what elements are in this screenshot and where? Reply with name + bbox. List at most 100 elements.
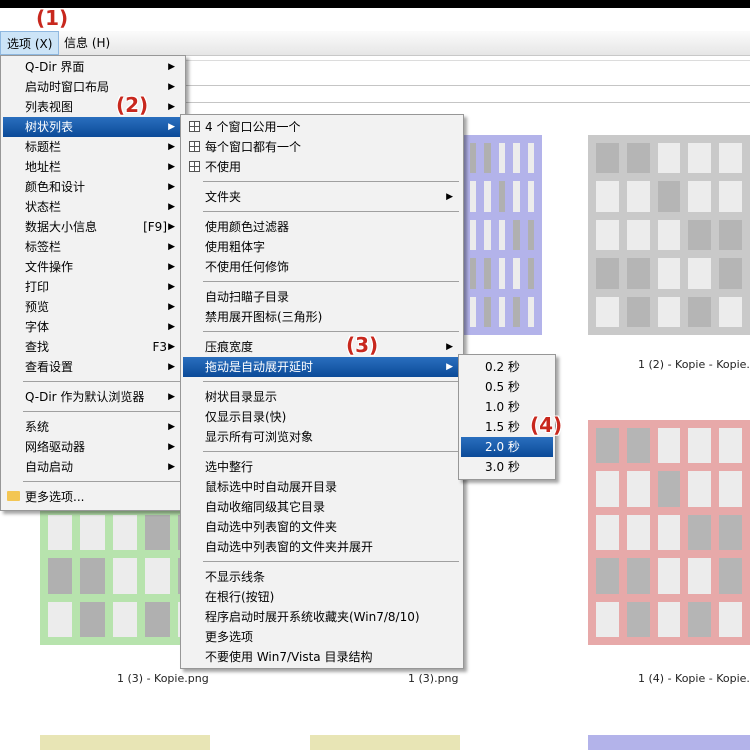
submenu-arrow-icon: ▶: [168, 242, 175, 252]
menu-separator: [203, 331, 459, 332]
thumbnail-tile: [626, 471, 650, 507]
thumb-label: 1 (3).png: [408, 672, 459, 685]
thumbnail-tile: [626, 143, 650, 174]
window-grid-icon: [189, 121, 200, 132]
thumbnail-tile: [719, 428, 742, 464]
menu-item-label: 禁用展开图标(三角形): [205, 310, 323, 324]
delay-submenu-item[interactable]: 3.0 秒: [461, 457, 553, 477]
tree-submenu-item[interactable]: 仅显示目录(快): [183, 407, 461, 427]
address-bar[interactable]: [180, 85, 750, 103]
options-menu-item[interactable]: 自动启动 ▶: [3, 457, 183, 477]
options-menu-item[interactable]: Q-Dir 作为默认浏览器 ▶: [3, 387, 183, 407]
options-menu-item[interactable]: Q-Dir 界面 ▶: [3, 57, 183, 77]
menu-item-label: 自动选中列表窗的文件夹: [205, 520, 338, 534]
thumbnail-image[interactable]: [310, 735, 460, 750]
thumbnail-tile: [498, 296, 506, 327]
tree-submenu-item[interactable]: 拖动是自动展开延时 ▶: [183, 357, 461, 377]
thumbnail-tile: [527, 258, 534, 289]
tree-submenu-item[interactable]: 更多选项: [183, 627, 461, 647]
menu-item-label: Q-Dir 作为默认浏览器: [25, 390, 145, 404]
tree-submenu-item[interactable]: 自动收缩同级其它目录: [183, 497, 461, 517]
menu-item-label: 0.5 秒: [485, 380, 520, 394]
options-menu-item[interactable]: 文件操作 ▶: [3, 257, 183, 277]
thumbnail-tile: [719, 601, 742, 637]
delay-submenu-item[interactable]: 0.2 秒: [461, 357, 553, 377]
submenu-arrow-icon: ▶: [446, 342, 453, 352]
options-menu-item[interactable]: 打印 ▶: [3, 277, 183, 297]
delay-submenu-item[interactable]: 2.0 秒: [461, 437, 553, 457]
tree-submenu-item[interactable]: 不显示线条: [183, 567, 461, 587]
thumbnail-tile: [596, 219, 619, 251]
menu-options[interactable]: 选项 (X): [0, 31, 60, 55]
tree-submenu-item[interactable]: 不使用: [183, 157, 461, 177]
thumbnail-tile: [527, 143, 534, 174]
thumbnail-tile: [626, 181, 650, 212]
menu-item-label: 不要使用 Win7/Vista 目录结构: [205, 650, 373, 664]
menu-item-label: 使用颜色过滤器: [205, 220, 290, 234]
tree-submenu-item[interactable]: 压痕宽度 ▶: [183, 337, 461, 357]
tree-submenu-item[interactable]: 在根行(按钮): [183, 587, 461, 607]
options-menu-item[interactable]: 查看设置 ▶: [3, 357, 183, 377]
options-menu-item[interactable]: 状态栏 ▶: [3, 197, 183, 217]
thumbnail-tile: [596, 514, 619, 551]
thumbnail-tile: [626, 296, 650, 327]
thumb-label: 1 (3) - Kopie.png: [117, 672, 209, 685]
menu-item-label: 打印: [25, 280, 50, 294]
thumbnail-tile: [719, 258, 742, 289]
tree-submenu-item[interactable]: 4 个窗口公用一个: [183, 117, 461, 137]
shortcut-key: F3: [152, 340, 167, 354]
tree-submenu-item[interactable]: 禁用展开图标(三角形): [183, 307, 461, 327]
options-menu-item[interactable]: 预览 ▶: [3, 297, 183, 317]
tree-submenu-item[interactable]: 树状目录显示: [183, 387, 461, 407]
options-menu-item[interactable]: 更多选项...: [3, 487, 183, 507]
tree-submenu-item[interactable]: 使用颜色过滤器: [183, 217, 461, 237]
thumbnail-image[interactable]: [588, 735, 750, 750]
tree-submenu-item[interactable]: 自动选中列表窗的文件夹: [183, 517, 461, 537]
submenu-arrow-icon: ▶: [168, 302, 175, 312]
menu-item-label: 1.0 秒: [485, 400, 520, 414]
delay-submenu-item[interactable]: 0.5 秒: [461, 377, 553, 397]
tree-submenu-item[interactable]: 自动扫瞄子目录: [183, 287, 461, 307]
tree-list-submenu: 4 个窗口公用一个 每个窗口都有一个 不使用文件夹 ▶ 使用颜色过滤器使用粗体字 不使用任…: [180, 114, 464, 669]
tree-submenu-item[interactable]: 自动选中列表窗的文件夹并展开: [183, 537, 461, 557]
thumbnail-tile: [688, 514, 712, 551]
options-menu-item[interactable]: 列表视图 ▶: [3, 97, 183, 117]
tree-submenu-item[interactable]: 使用粗体字: [183, 237, 461, 257]
thumbnail-tile: [470, 296, 477, 327]
tree-submenu-item[interactable]: 选中整行: [183, 457, 461, 477]
tree-submenu-item[interactable]: 显示所有可浏览对象: [183, 427, 461, 447]
thumbnail-image[interactable]: [40, 735, 210, 750]
menu-item-label: 状态栏: [25, 200, 62, 214]
options-menu-item[interactable]: 数据大小信息 [F9] ▶: [3, 217, 183, 237]
tree-submenu-item[interactable]: 鼠标选中时自动展开目录: [183, 477, 461, 497]
menu-info[interactable]: 信息 (H): [58, 31, 116, 55]
options-menu-item[interactable]: 颜色和设计 ▶: [3, 177, 183, 197]
window-grid-icon: [189, 141, 200, 152]
tree-submenu-item[interactable]: 每个窗口都有一个: [183, 137, 461, 157]
thumbnail-tile: [513, 181, 520, 212]
thumbnail-tile: [513, 296, 520, 327]
thumbnail-image[interactable]: [462, 135, 542, 335]
thumbnail-tile: [626, 258, 650, 289]
tree-submenu-item[interactable]: 文件夹 ▶: [183, 187, 461, 207]
thumbnail-tile: [596, 428, 619, 464]
options-menu-item[interactable]: 查找 F3 ▶: [3, 337, 183, 357]
options-menu-item[interactable]: 系统 ▶: [3, 417, 183, 437]
options-menu-item[interactable]: 树状列表 ▶: [3, 117, 183, 137]
tree-submenu-item[interactable]: 不使用任何修饰: [183, 257, 461, 277]
thumbnail-image[interactable]: [588, 135, 750, 335]
options-menu-item[interactable]: 字体 ▶: [3, 317, 183, 337]
thumbnail-image[interactable]: [588, 420, 750, 645]
thumbnail-tile: [719, 219, 742, 251]
options-menu-item[interactable]: 网络驱动器 ▶: [3, 437, 183, 457]
options-menu-item[interactable]: 标题栏 ▶: [3, 137, 183, 157]
thumbnail-tile: [688, 601, 712, 637]
thumbnail-tile: [596, 296, 619, 327]
menu-item-label: 列表视图: [25, 100, 74, 114]
menu-item-label: 不显示线条: [205, 570, 266, 584]
tree-submenu-item[interactable]: 不要使用 Win7/Vista 目录结构: [183, 647, 461, 667]
options-menu-item[interactable]: 标签栏 ▶: [3, 237, 183, 257]
tree-submenu-item[interactable]: 程序启动时展开系统收藏夹(Win7/8/10): [183, 607, 461, 627]
options-menu-item[interactable]: 地址栏 ▶: [3, 157, 183, 177]
options-menu-item[interactable]: 启动时窗口布局 ▶: [3, 77, 183, 97]
